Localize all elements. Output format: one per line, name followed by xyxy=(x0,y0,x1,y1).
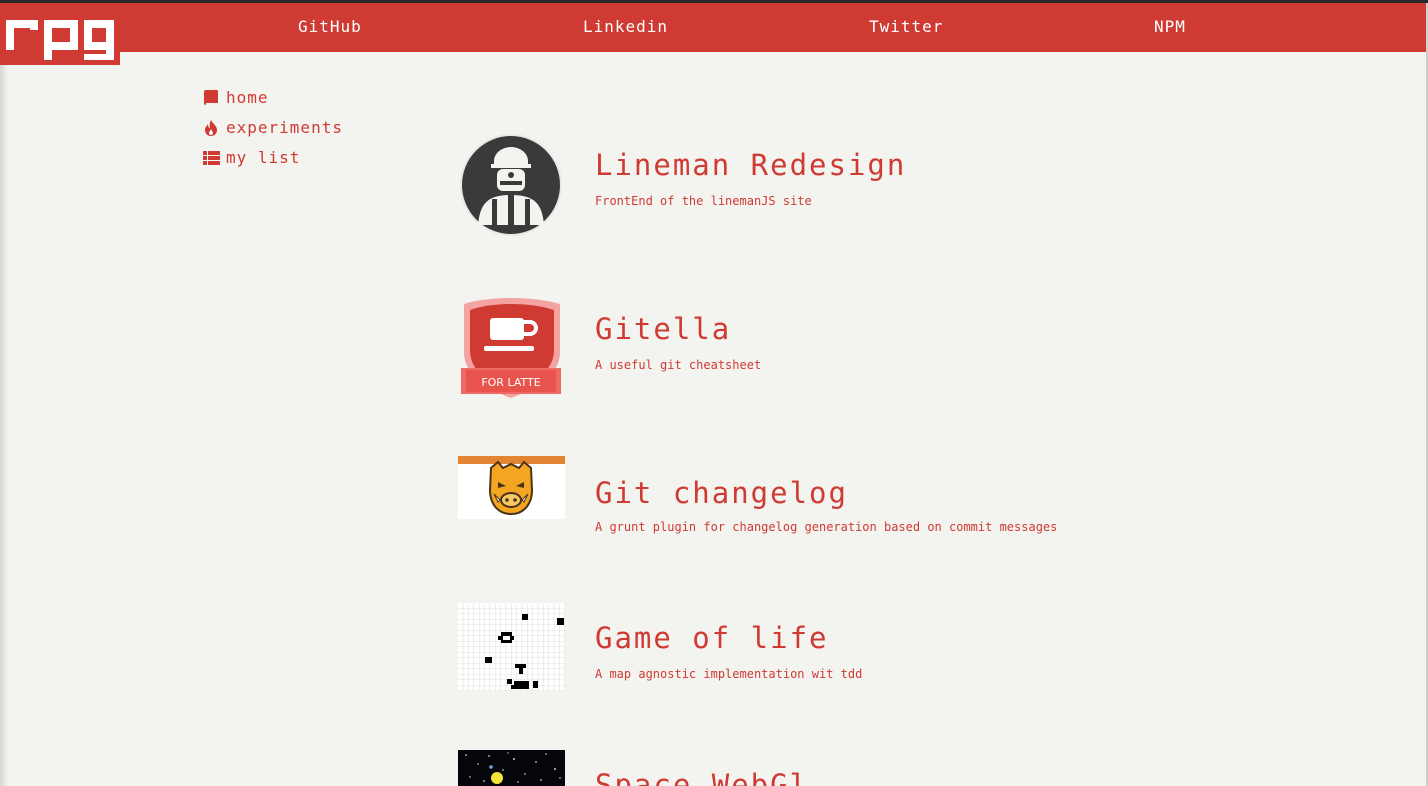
page: GitHub Linkedin Twitter NPM home experim… xyxy=(0,0,1428,786)
rpg-logo-mark xyxy=(0,10,120,65)
project-space-webgl: Space WebGl xyxy=(458,750,1358,786)
gitella-badge-image[interactable]: FOR LATTE xyxy=(458,296,564,400)
lineman-avatar-image[interactable] xyxy=(458,133,562,237)
project-title[interactable]: Git changelog xyxy=(595,476,848,510)
site-logo[interactable] xyxy=(0,10,120,65)
project-description: FrontEnd of the linemanJS site xyxy=(595,194,812,208)
project-description: A map agnostic implementation wit tdd xyxy=(595,667,863,681)
window-left-edge xyxy=(0,0,8,786)
project-title[interactable]: Game of life xyxy=(595,621,829,655)
project-title[interactable]: Gitella xyxy=(595,312,731,346)
project-title[interactable]: Lineman Redesign xyxy=(595,148,906,182)
sidebar-item-label: home xyxy=(226,88,269,107)
list-icon xyxy=(203,150,220,165)
fire-icon xyxy=(205,119,217,136)
sidebar-item-label: experiments xyxy=(226,118,343,137)
project-lineman-redesign: Lineman Redesign FrontEnd of the lineman… xyxy=(458,130,1358,240)
game-of-life-grid-image[interactable] xyxy=(458,603,565,691)
sidebar-item-experiments[interactable]: experiments xyxy=(203,118,343,137)
nav-link-linkedin[interactable]: Linkedin xyxy=(583,17,668,36)
nav-link-github[interactable]: GitHub xyxy=(298,17,362,36)
sidebar-item-my-list[interactable]: my list xyxy=(203,148,300,167)
project-title[interactable]: Space WebGl xyxy=(595,768,809,786)
nav-link-twitter[interactable]: Twitter xyxy=(869,17,943,36)
project-description: A grunt plugin for changelog generation … xyxy=(595,520,1058,534)
project-description: A useful git cheatsheet xyxy=(595,358,762,372)
project-game-of-life: Game of life A map agnostic implementati… xyxy=(458,603,1358,713)
project-git-changelog: Git changelog A grunt plugin for changel… xyxy=(458,456,1358,566)
gitella-badge-text: FOR LATTE xyxy=(481,376,540,389)
book-icon xyxy=(203,89,218,105)
header-bar: GitHub Linkedin Twitter NPM xyxy=(0,3,1426,52)
grunt-boar-logo-image[interactable] xyxy=(458,456,565,519)
project-gitella: FOR LATTE Gitella A useful git cheatshee… xyxy=(458,296,1358,406)
sidebar-item-label: my list xyxy=(226,148,301,167)
nav-link-npm[interactable]: NPM xyxy=(1154,17,1186,36)
space-starfield-image[interactable] xyxy=(458,750,565,786)
sidebar-item-home[interactable]: home xyxy=(203,88,269,107)
